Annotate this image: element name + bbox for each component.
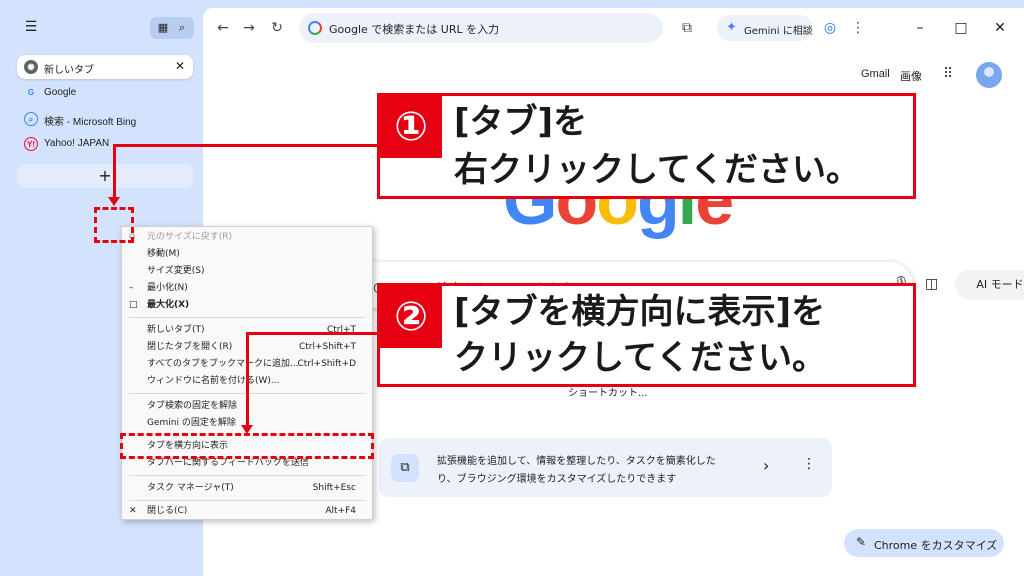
tab-google[interactable]: G Google <box>17 81 193 105</box>
minimize-icon: – <box>129 283 134 293</box>
menu-item-shortcut: Shift+Esc <box>312 483 356 493</box>
ai-mode-button[interactable]: AI モード <box>955 270 1024 300</box>
tab-search-icon[interactable]: ⌕ <box>174 20 190 36</box>
toolbar: ← → ↻ Google で検索または URL を入力 ⧉ ✦ Gemini に… <box>203 8 1024 48</box>
chrome-icon: ◉ <box>24 60 38 74</box>
tab-search-group[interactable]: ▦ ⌕ <box>150 17 194 39</box>
close-window-icon[interactable]: ✕ <box>990 18 1010 38</box>
collapse-sidebar-icon[interactable]: ☰ <box>22 18 40 36</box>
promo-text-line1: 拡張機能を追加して、情報を整理したり、タスクを簡素化した <box>437 456 716 467</box>
menu-separator <box>129 317 365 318</box>
step1-text-line2: 右クリックしてください。 <box>454 150 860 190</box>
menu-item-label: 元のサイズに戻す(R) <box>147 232 233 242</box>
callout-connector-line <box>246 332 379 335</box>
pencil-icon: ✎ <box>856 535 867 549</box>
google-g-icon <box>308 21 322 35</box>
more-options-icon[interactable]: ⋮ <box>802 456 816 472</box>
lens-camera-icon[interactable]: ◫ <box>925 276 938 292</box>
extensions-puzzle-icon[interactable]: ⧉ <box>677 18 697 38</box>
menu-item-task-manager[interactable]: タスク マネージャ(T) Shift+Esc <box>122 480 372 496</box>
gemini-button-label: Gemini に相談 <box>744 26 813 37</box>
menu-item-shortcut: Alt+F4 <box>325 506 356 516</box>
menu-item-label: タブ検索の固定を解除 <box>147 401 238 411</box>
arrowhead-down-icon <box>241 425 253 434</box>
yahoo-icon: Y! <box>24 137 38 151</box>
callout-connector-line <box>113 144 379 147</box>
menu-item-resize[interactable]: サイズ変更(S) <box>122 263 372 279</box>
tab-grid-icon[interactable]: ▦ <box>155 20 171 36</box>
gemini-sparkle-icon: ✦ <box>726 20 737 35</box>
menu-item-restore: ⧉ 元のサイズに戻す(R) <box>122 229 372 245</box>
chevron-right-icon[interactable]: › <box>763 456 769 475</box>
google-g-icon: G <box>27 88 35 97</box>
images-link[interactable]: 画像 <box>900 68 922 84</box>
address-bar-placeholder: Google で検索または URL を入力 <box>329 23 500 36</box>
menu-item-shortcut: Ctrl+Shift+D <box>297 359 356 369</box>
extension-icon: ⧉ <box>391 454 419 482</box>
menu-item-label: 移動(M) <box>147 249 180 259</box>
google-apps-icon[interactable]: ⠿ <box>943 66 953 82</box>
menu-item-label: ウィンドウに名前を付ける(W)... <box>147 376 280 386</box>
menu-item-move[interactable]: 移動(M) <box>122 246 372 262</box>
menu-item-label: 最大化(X) <box>147 300 190 310</box>
step2-badge: ② <box>380 286 442 348</box>
new-tab-button[interactable]: + <box>17 164 193 188</box>
forward-arrow-icon[interactable]: → <box>239 18 259 38</box>
maximize-icon[interactable]: □ <box>951 18 971 38</box>
menu-item-maximize[interactable]: □ 最大化(X) <box>122 297 372 313</box>
menu-item-shortcut: Ctrl+Shift+T <box>298 342 356 352</box>
step1-text-line1: [タブ]を <box>454 102 588 142</box>
callout-connector-line <box>113 144 116 198</box>
customize-chrome-button[interactable]: ✎ Chrome をカスタマイズ <box>844 529 1004 557</box>
close-icon: ✕ <box>129 506 137 516</box>
menu-item-minimize[interactable]: – 最小化(N) <box>122 280 372 296</box>
menu-item-close[interactable]: ✕ 閉じる(C) Alt+F4 <box>122 503 372 519</box>
more-menu-icon[interactable]: ⋮ <box>848 18 868 38</box>
close-tab-icon[interactable]: ✕ <box>175 59 185 73</box>
avatar[interactable] <box>976 62 1002 88</box>
sidebar-header: ☰ ▦ ⌕ <box>8 8 202 46</box>
menu-separator <box>129 500 365 501</box>
menu-separator <box>129 475 365 476</box>
back-arrow-icon[interactable]: ← <box>213 18 233 38</box>
step2-text-line1: [タブを横方向に表示]を <box>454 292 826 332</box>
menu-item-label: タスク マネージャ(T) <box>147 483 234 493</box>
gemini-button[interactable]: ✦ Gemini に相談 <box>717 15 813 41</box>
menu-item-label: 閉じる(C) <box>147 506 188 516</box>
menu-item-label: 新しいタブ(T) <box>147 325 205 335</box>
reload-icon[interactable]: ↻ <box>267 18 287 38</box>
menu-item-label: Gemini の固定を解除 <box>147 418 236 428</box>
minimize-icon[interactable]: – <box>910 18 930 38</box>
search-icon: ⌕ <box>24 112 38 126</box>
address-bar[interactable]: Google で検索または URL を入力 <box>299 13 663 43</box>
menu-item-label: 閉じたタブを開く(R) <box>147 342 233 352</box>
customize-label: Chrome をカスタマイズ <box>874 539 998 552</box>
right-click-target-highlight <box>94 207 134 243</box>
tab-label: Yahoo! JAPAN <box>44 138 110 149</box>
menu-item-label: サイズ変更(S) <box>147 266 205 276</box>
tab-label: 新しいタブ <box>44 65 94 76</box>
arrowhead-down-icon <box>108 197 120 206</box>
browser-window: ☰ ▦ ⌕ ◉ 新しいタブ ✕ G Google ⌕ 検索 - Microsof… <box>0 0 1024 576</box>
step1-badge: ① <box>380 96 442 158</box>
profile-icon[interactable]: ◎ <box>820 18 840 38</box>
gmail-link[interactable]: Gmail <box>861 68 890 80</box>
promo-text-line2: り、ブラウジング環境をカスタマイズしたりできます <box>437 474 677 485</box>
tab-new-tab[interactable]: ◉ 新しいタブ ✕ <box>17 55 193 79</box>
maximize-icon: □ <box>129 300 138 310</box>
extensions-promo-card[interactable]: ⧉ 拡張機能を追加して、情報を整理したり、タスクを簡素化した り、ブラウジング環… <box>379 438 832 497</box>
menu-item-label: すべてのタブをブックマークに追加... <box>147 359 299 369</box>
horizontal-tabs-item-highlight <box>120 433 374 459</box>
menu-item-label: 最小化(N) <box>147 283 188 293</box>
callout-connector-line <box>246 332 249 426</box>
step2-callout: ② [タブを横方向に表示]を クリックしてください。 <box>377 283 916 387</box>
tab-label: 検索 - Microsoft Bing <box>44 117 137 128</box>
step1-callout: ① [タブ]を 右クリックしてください。 <box>377 93 916 199</box>
step2-text-line2: クリックしてください。 <box>454 338 826 378</box>
tab-label: Google <box>44 87 77 98</box>
tab-bing-search[interactable]: ⌕ 検索 - Microsoft Bing <box>17 107 193 131</box>
